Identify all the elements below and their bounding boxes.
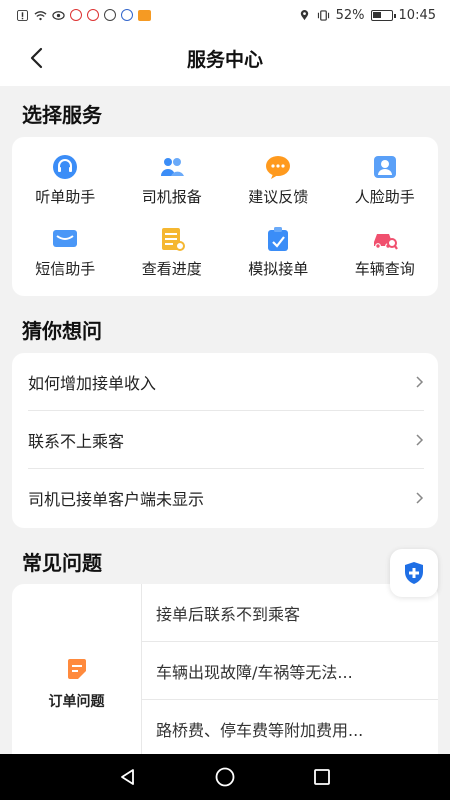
system-nav-bar <box>0 754 450 800</box>
service-item-simulate-order[interactable]: 模拟接单 <box>225 216 332 288</box>
battery-percent: 52% <box>335 7 365 23</box>
chevron-right-icon <box>416 492 424 504</box>
nav-home-button[interactable] <box>210 762 240 792</box>
service-item-feedback[interactable]: 建议反馈 <box>225 144 332 216</box>
faq-item[interactable]: 如何增加接单收入 <box>28 353 424 411</box>
faq-text: 联系不上乘客 <box>28 431 125 451</box>
battery-fill <box>372 11 382 18</box>
order-icon <box>67 659 86 679</box>
faq-text: 司机已接单客户端未显示 <box>28 490 205 509</box>
common-questions-title: 常见问题 <box>22 551 102 575</box>
chevron-right-icon <box>416 433 424 446</box>
video-notification-icon <box>138 9 151 21</box>
service-item-vehicle-query[interactable]: 车辆查询 <box>332 216 439 288</box>
safety-center-button[interactable] <box>390 549 438 597</box>
guess-card: 如何增加接单收入 联系不上乘客 司机已接单客户端未显示 <box>12 353 438 528</box>
service-item-view-progress[interactable]: 查看进度 <box>119 216 226 288</box>
service-item-listen-assistant[interactable]: 听单助手 <box>12 144 119 216</box>
app-notification-icon <box>87 9 99 21</box>
service-label: 听单助手 <box>35 187 96 206</box>
back-triangle-icon <box>121 769 135 785</box>
page-title: 服务中心 <box>186 48 263 71</box>
faq-item[interactable]: 联系不上乘客 <box>28 411 424 469</box>
message-icon <box>53 229 78 247</box>
category-order-questions[interactable]: 订单问题 <box>12 584 142 754</box>
clock: 10:45 <box>398 7 436 23</box>
service-item-sms-assistant[interactable]: 短信助手 <box>12 216 119 288</box>
music-notification-icon <box>121 9 133 21</box>
app-notification-icon <box>70 9 82 21</box>
guess-title: 猜你想问 <box>22 319 102 343</box>
vibrate-icon <box>317 9 329 21</box>
faq-item[interactable]: 司机已接单客户端未显示 <box>28 469 424 527</box>
home-circle-icon <box>215 767 235 787</box>
nav-back-button[interactable] <box>113 762 143 792</box>
chevron-left-icon <box>30 47 43 69</box>
service-label: 司机报备 <box>141 187 202 206</box>
battery-icon <box>370 9 396 21</box>
service-grid: 听单助手 司机报备 建议反馈 人脸助手 短信助手 查看进度 模拟接单 车辆查询 <box>12 144 438 288</box>
service-label: 车辆查询 <box>354 259 415 278</box>
nav-recent-button[interactable] <box>307 762 337 792</box>
progress-icon <box>161 227 185 251</box>
group-icon <box>160 157 184 176</box>
service-label: 模拟接单 <box>248 259 309 278</box>
service-label: 人脸助手 <box>354 187 415 206</box>
chat-bubble-icon <box>266 155 291 179</box>
car-search-icon <box>373 233 398 250</box>
shield-plus-icon <box>405 562 423 584</box>
app-header: 服务中心 <box>0 30 450 86</box>
wifi-icon <box>34 10 47 20</box>
clipboard-icon <box>268 226 289 251</box>
face-id-icon <box>373 155 396 178</box>
service-label: 短信助手 <box>35 259 96 278</box>
service-label: 查看进度 <box>141 259 202 278</box>
service-item-driver-report[interactable]: 司机报备 <box>119 144 226 216</box>
alert-icon <box>17 9 28 21</box>
question-item[interactable]: 路桥费、停车费等附加费用... <box>142 700 438 754</box>
common-questions-card: 订单问题 接单后联系不到乘客 车辆出现故障/车祸等无法... 路桥费、停车费等附… <box>12 584 438 754</box>
status-icons-right: 52% 10:45 <box>298 8 436 23</box>
headset-icon <box>53 154 78 179</box>
status-icons-left <box>16 9 151 21</box>
question-item[interactable]: 车辆出现故障/车祸等无法... <box>142 642 438 700</box>
status-bar: 52% 10:45 <box>0 0 450 30</box>
faq-text: 如何增加接单收入 <box>28 373 157 393</box>
eye-icon <box>52 10 65 20</box>
select-service-title: 选择服务 <box>22 103 102 127</box>
service-label: 建议反馈 <box>248 187 309 206</box>
location-icon <box>300 9 308 20</box>
back-button[interactable] <box>22 44 50 72</box>
main-content: 选择服务 听单助手 司机报备 建议反馈 人脸助手 短信助手 查看进度 模拟接单 … <box>0 86 450 754</box>
chevron-right-icon <box>416 375 424 388</box>
service-grid-card: 听单助手 司机报备 建议反馈 人脸助手 短信助手 查看进度 模拟接单 车辆查询 <box>12 137 438 296</box>
category-label: 订单问题 <box>48 694 105 710</box>
recent-square-icon <box>313 769 330 785</box>
service-item-face-assistant[interactable]: 人脸助手 <box>332 144 439 216</box>
question-list: 接单后联系不到乘客 车辆出现故障/车祸等无法... 路桥费、停车费等附加费用..… <box>142 584 438 754</box>
user-notification-icon <box>104 9 116 21</box>
